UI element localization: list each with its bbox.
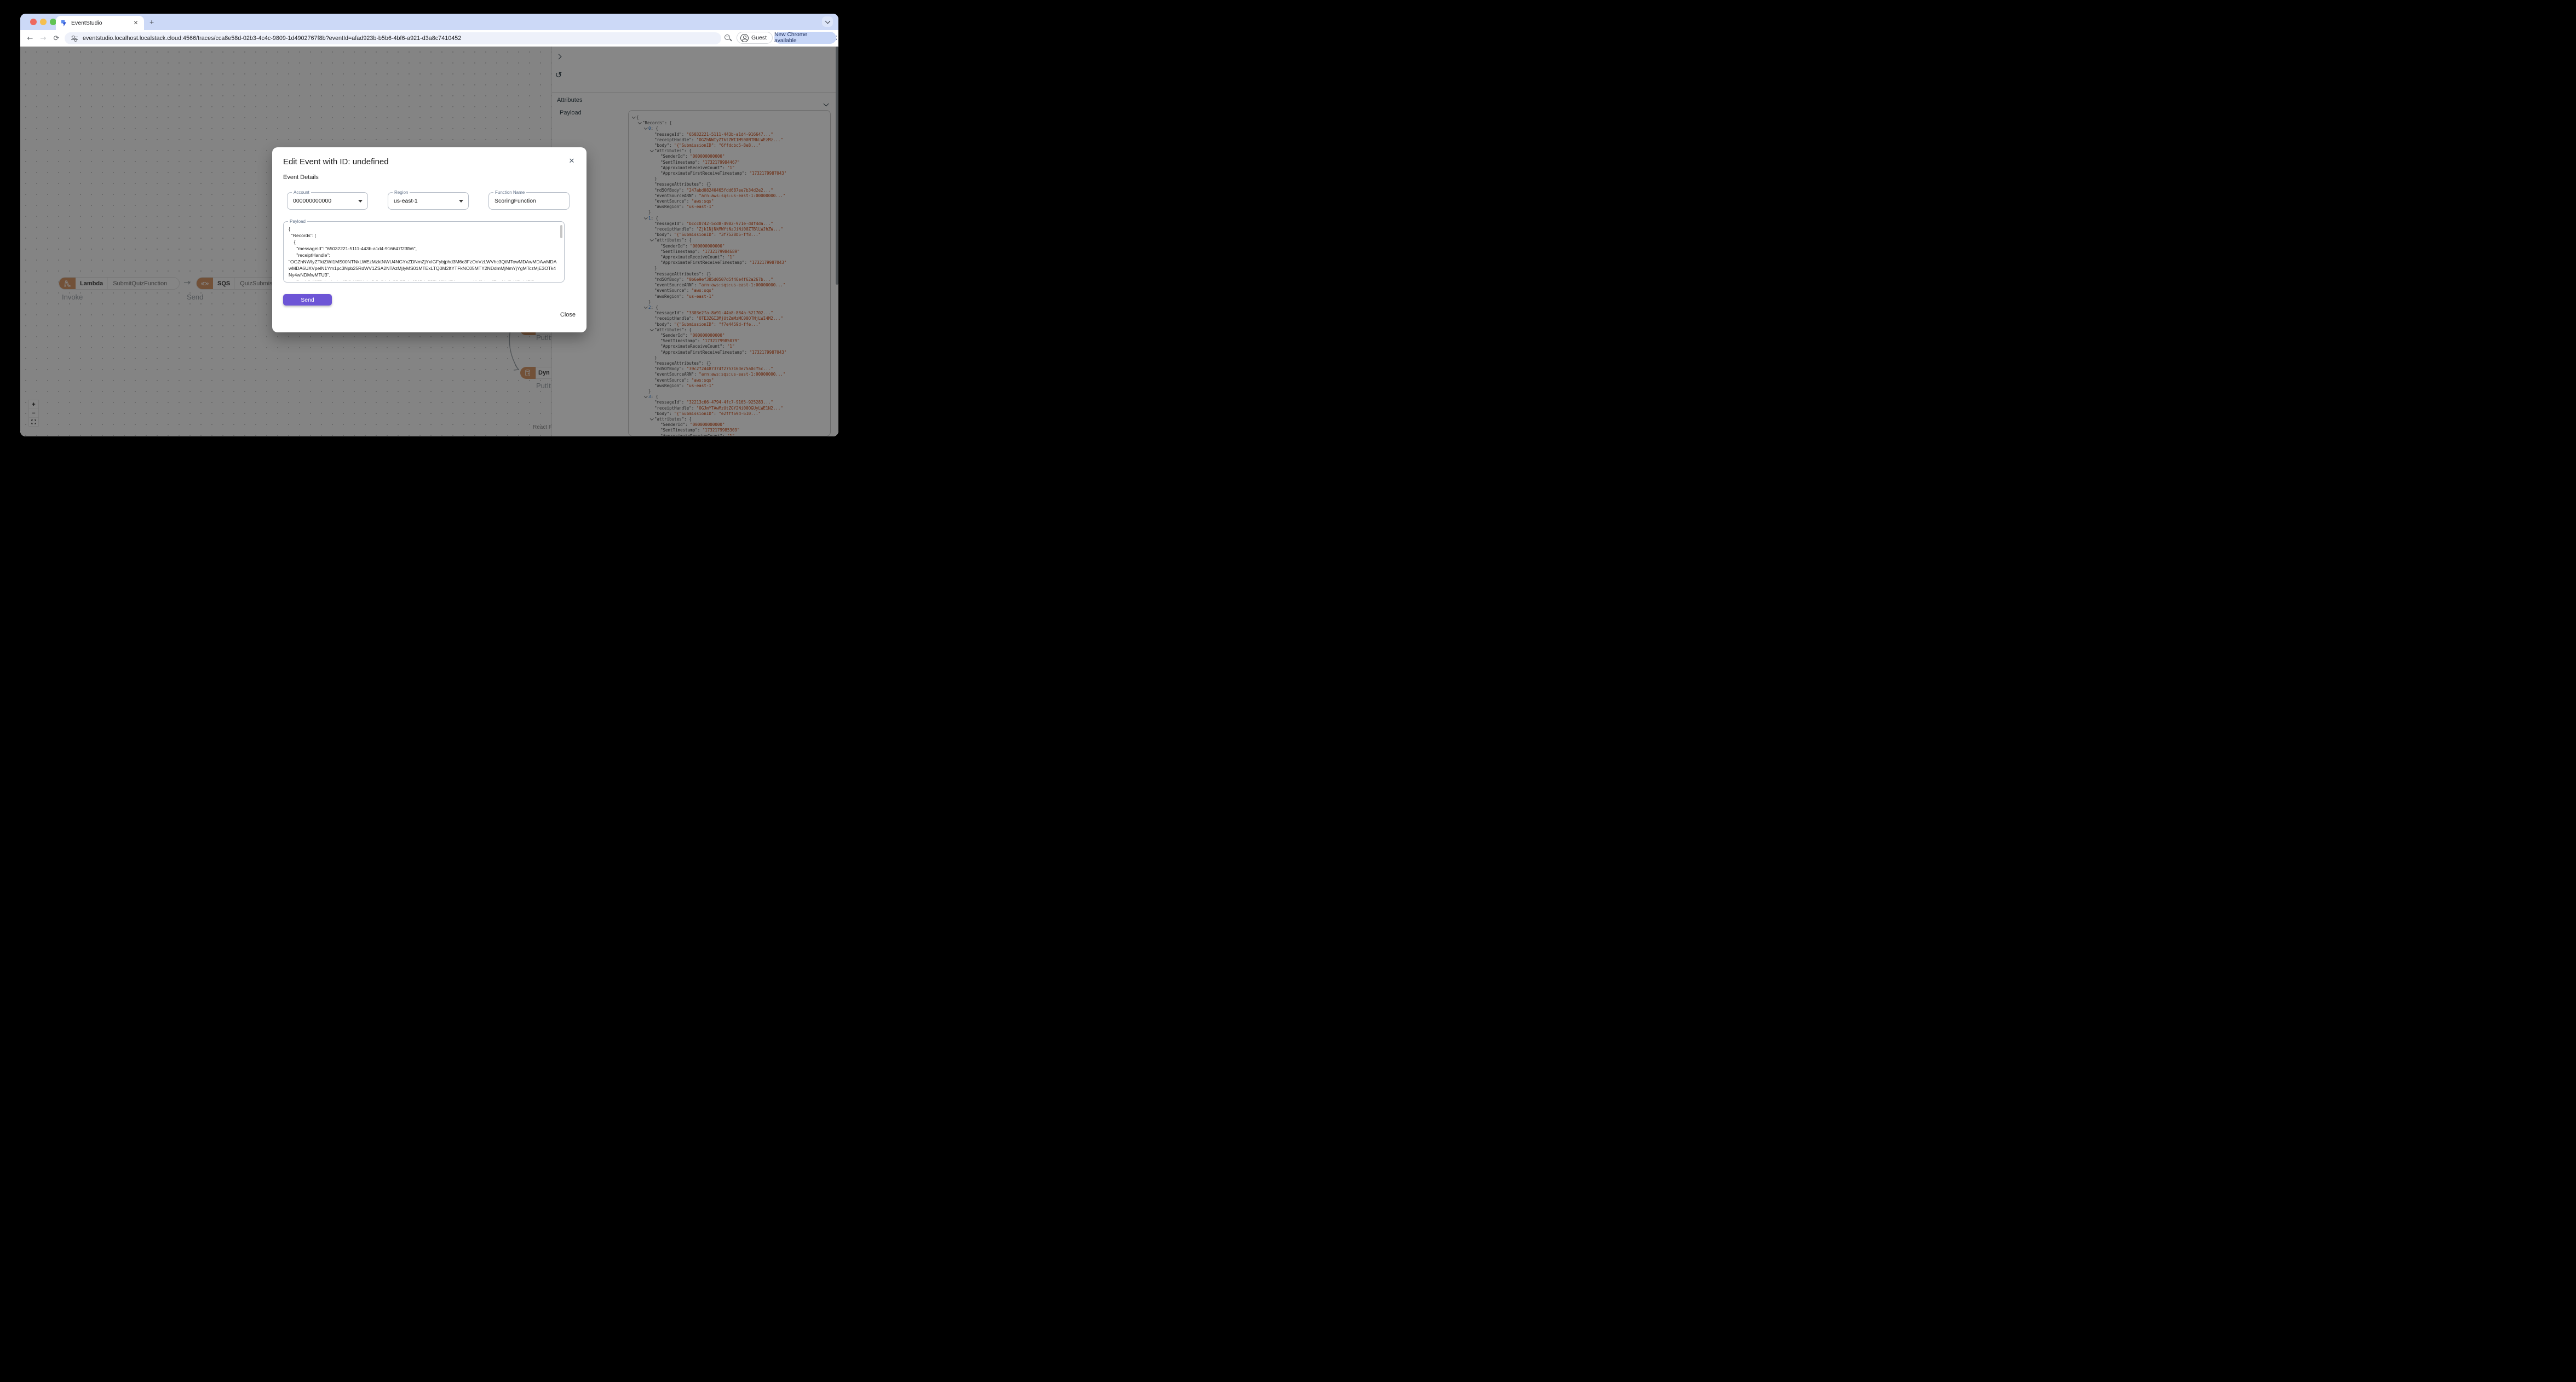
textarea-scrollbar-thumb[interactable] (560, 225, 562, 238)
close-window-button[interactable] (30, 19, 37, 25)
account-value: 000000000000 (293, 198, 332, 204)
back-button[interactable]: ← (24, 34, 37, 43)
chrome-update-button[interactable]: New Chrome available ⋮ (774, 32, 838, 44)
tab-close-icon[interactable]: ✕ (132, 20, 140, 26)
payload-textarea[interactable]: { "Records": [ { "messageId": "65032221-… (289, 226, 557, 280)
region-select[interactable]: Region us-east-1 (388, 190, 469, 210)
send-button[interactable]: Send (283, 294, 332, 306)
modal-subtitle: Event Details (283, 174, 319, 181)
forward-button[interactable]: → (37, 34, 50, 43)
modal-close-icon[interactable]: ✕ (567, 156, 577, 166)
menu-dots-icon[interactable]: ⋮ (834, 36, 838, 41)
profile-button[interactable]: Guest (737, 32, 773, 44)
address-bar[interactable]: eventstudio.localhost.localstack.cloud:4… (65, 32, 721, 44)
function-name-value: ScoringFunction (495, 198, 536, 204)
tab-title: EventStudio (71, 20, 102, 26)
edit-event-modal: Edit Event with ID: undefined ✕ Event De… (272, 147, 586, 332)
region-label: Region (393, 190, 410, 195)
eventstudio-favicon (61, 20, 66, 26)
profile-label: Guest (751, 34, 767, 41)
dropdown-caret-icon (358, 200, 363, 203)
browser-window: EventStudio ✕ + ← → ⟳ eventstudio.localh… (20, 14, 838, 436)
browser-toolbar: ← → ⟳ eventstudio.localhost.localstack.c… (20, 30, 838, 47)
function-name-label: Function Name (493, 190, 527, 195)
tab-eventstudio[interactable]: EventStudio ✕ (56, 16, 144, 30)
minimize-window-button[interactable] (40, 19, 47, 25)
person-icon (740, 33, 749, 42)
update-label: New Chrome available (774, 32, 808, 44)
desktop-background: EventStudio ✕ + ← → ⟳ eventstudio.localh… (0, 0, 2576, 1382)
page-content: Lambda SubmitQuizFunction Invoke → SQS Q… (20, 47, 838, 436)
payload-field-label: Payload (288, 219, 307, 224)
payload-field[interactable]: Payload { "Records": [ { "messageId": "6… (283, 219, 565, 283)
zoom-icon[interactable] (725, 34, 732, 42)
region-value: us-east-1 (394, 198, 418, 204)
close-button[interactable]: Close (560, 312, 576, 318)
tab-search-button[interactable] (822, 16, 833, 27)
tab-strip: EventStudio ✕ + (20, 14, 838, 30)
modal-title: Edit Event with ID: undefined (283, 157, 389, 166)
site-settings-icon[interactable] (71, 35, 78, 42)
account-select[interactable]: Account 000000000000 (287, 190, 368, 210)
chevron-down-icon (825, 18, 830, 24)
reload-button[interactable]: ⟳ (50, 34, 63, 43)
account-label: Account (292, 190, 311, 195)
function-name-field[interactable]: Function Name ScoringFunction (488, 190, 570, 210)
dropdown-caret-icon (459, 200, 463, 203)
new-tab-button[interactable]: + (150, 18, 154, 26)
url-text[interactable]: eventstudio.localhost.localstack.cloud:4… (83, 35, 461, 42)
